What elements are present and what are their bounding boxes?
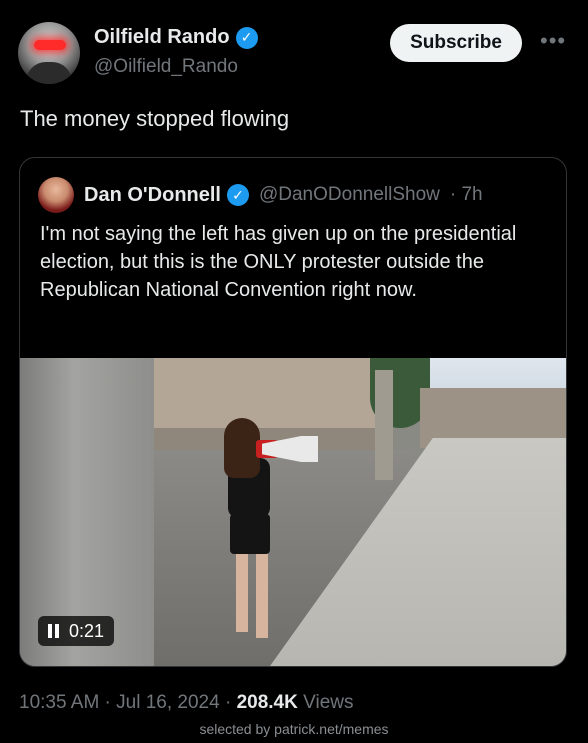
video-player[interactable]: 0:21 bbox=[20, 358, 566, 666]
post-header: Oilfield Rando ✓ @Oilfield_Rando Subscri… bbox=[18, 22, 570, 86]
video-time-badge[interactable]: 0:21 bbox=[38, 616, 115, 646]
protester-leg bbox=[256, 552, 268, 638]
views-count: 208.4K bbox=[236, 692, 298, 713]
protester-skirt bbox=[230, 514, 270, 554]
views-label: Views bbox=[303, 692, 354, 713]
verified-badge-icon: ✓ bbox=[235, 26, 258, 49]
pause-icon[interactable] bbox=[48, 624, 59, 638]
video-protester bbox=[220, 418, 318, 648]
post-timestamp[interactable]: 10:35 AM · Jul 16, 2024 bbox=[19, 692, 220, 713]
video-time: 0:21 bbox=[69, 620, 105, 641]
avatar-suit bbox=[26, 62, 72, 84]
quoted-post[interactable]: Dan O'Donnell ✓ @DanODonnellShow · 7h I'… bbox=[19, 157, 567, 667]
protester-leg bbox=[236, 552, 248, 632]
subscribe-button[interactable]: Subscribe bbox=[390, 24, 522, 62]
post-text: The money stopped flowing bbox=[20, 106, 290, 131]
author-name[interactable]: Oilfield Rando bbox=[94, 26, 230, 49]
quote-author-name[interactable]: Dan O'Donnell bbox=[84, 184, 221, 207]
post-footer: 10:35 AM · Jul 16, 2024 · 208.4K Views bbox=[19, 692, 353, 714]
author-avatar[interactable] bbox=[18, 22, 80, 84]
author-handle[interactable]: @Oilfield_Rando bbox=[94, 56, 238, 78]
quote-age: · 7h bbox=[449, 184, 483, 205]
footer-separator: · bbox=[224, 692, 237, 713]
quote-author-handle[interactable]: @DanODonnellShow bbox=[259, 184, 440, 206]
meme-credit: selected by patrick.net/memes bbox=[199, 721, 389, 737]
quote-text: I'm not saying the left has given up on … bbox=[40, 223, 517, 301]
verified-badge-icon: ✓ bbox=[226, 184, 249, 206]
avatar-laser-eyes bbox=[34, 40, 66, 50]
author-name-row: Oilfield Rando ✓ bbox=[94, 26, 258, 49]
more-icon[interactable]: ••• bbox=[540, 28, 566, 54]
quote-header: Dan O'Donnell ✓ @DanODonnellShow · 7h bbox=[38, 176, 483, 214]
protester-hair bbox=[224, 418, 260, 478]
quote-author-avatar[interactable] bbox=[38, 177, 74, 213]
video-post bbox=[375, 370, 393, 480]
